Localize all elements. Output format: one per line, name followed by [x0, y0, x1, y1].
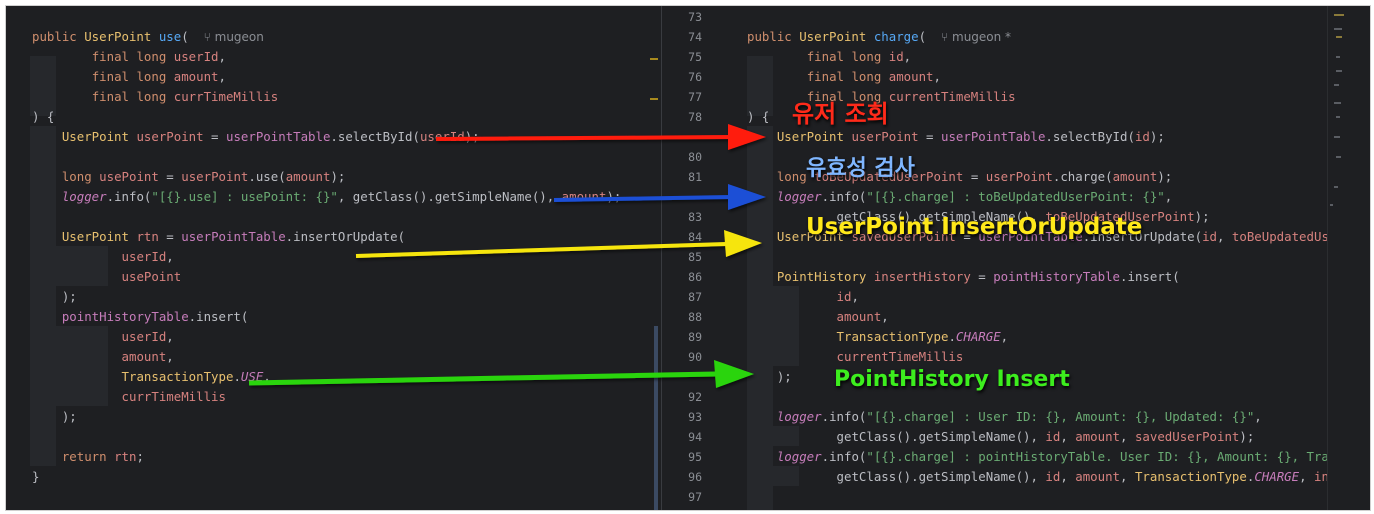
- arrow-validation: [553, 195, 732, 202]
- arrow-insert-or-update: [355, 242, 727, 258]
- arrow-head-blue: [728, 184, 766, 210]
- annotation-insert-or-update: UserPoint InsertOrUpdate: [806, 214, 1143, 240]
- annotation-arrows: [248, 124, 766, 388]
- annotation-validation: 유효성 검사: [806, 156, 915, 181]
- arrow-point-history: [248, 371, 717, 386]
- arrow-head-red: [728, 124, 766, 150]
- editor-frame: public UserPoint use( ⑂ mugeon final lon…: [5, 5, 1371, 511]
- arrow-user-select: [435, 135, 732, 141]
- annotation-point-history-insert: PointHistory Insert: [834, 367, 1070, 392]
- arrow-head-yellow: [724, 230, 762, 257]
- arrow-head-green: [714, 360, 754, 388]
- annotation-user-lookup: 유저 조회: [792, 100, 889, 128]
